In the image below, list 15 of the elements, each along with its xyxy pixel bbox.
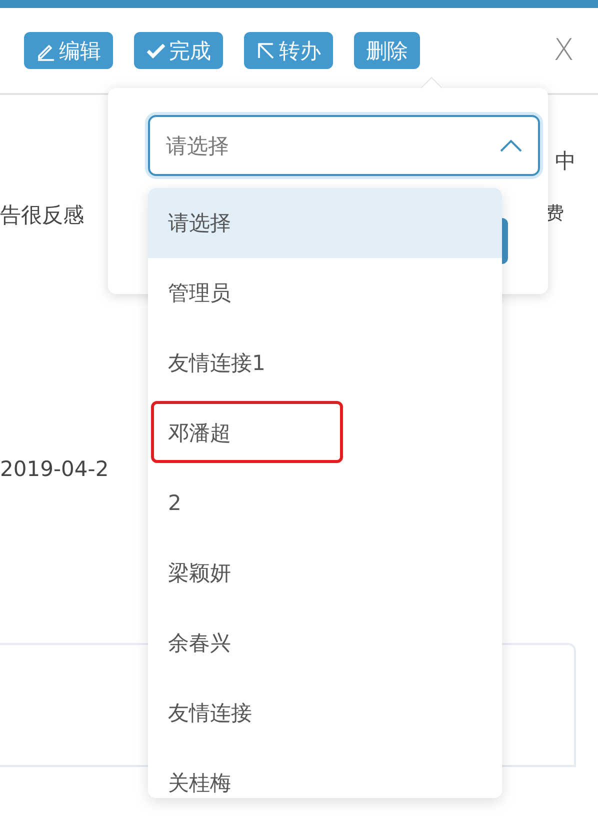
select-field[interactable]: 请选择 — [148, 115, 540, 176]
dropdown-option[interactable]: 请选择 — [148, 188, 502, 258]
close-button[interactable]: X — [547, 32, 580, 69]
dropdown-option[interactable]: 友情连接 — [148, 678, 502, 748]
dropdown-option[interactable]: 余春兴 — [148, 608, 502, 678]
date-text: 2019-04-2 — [0, 457, 109, 481]
dropdown-option[interactable]: 2 — [148, 468, 502, 538]
background-text: 费 — [546, 202, 564, 225]
dropdown-option[interactable]: 邓潘超 — [148, 398, 502, 468]
background-text: 中 — [555, 148, 576, 175]
background-text: 告很反感 — [0, 202, 84, 229]
dropdown-option[interactable]: 关桂梅 — [148, 748, 502, 798]
dropdown-option[interactable]: 友情连接1 — [148, 328, 502, 398]
dropdown-option[interactable]: 梁颖妍 — [148, 538, 502, 608]
dropdown-option[interactable]: 管理员 — [148, 258, 502, 328]
